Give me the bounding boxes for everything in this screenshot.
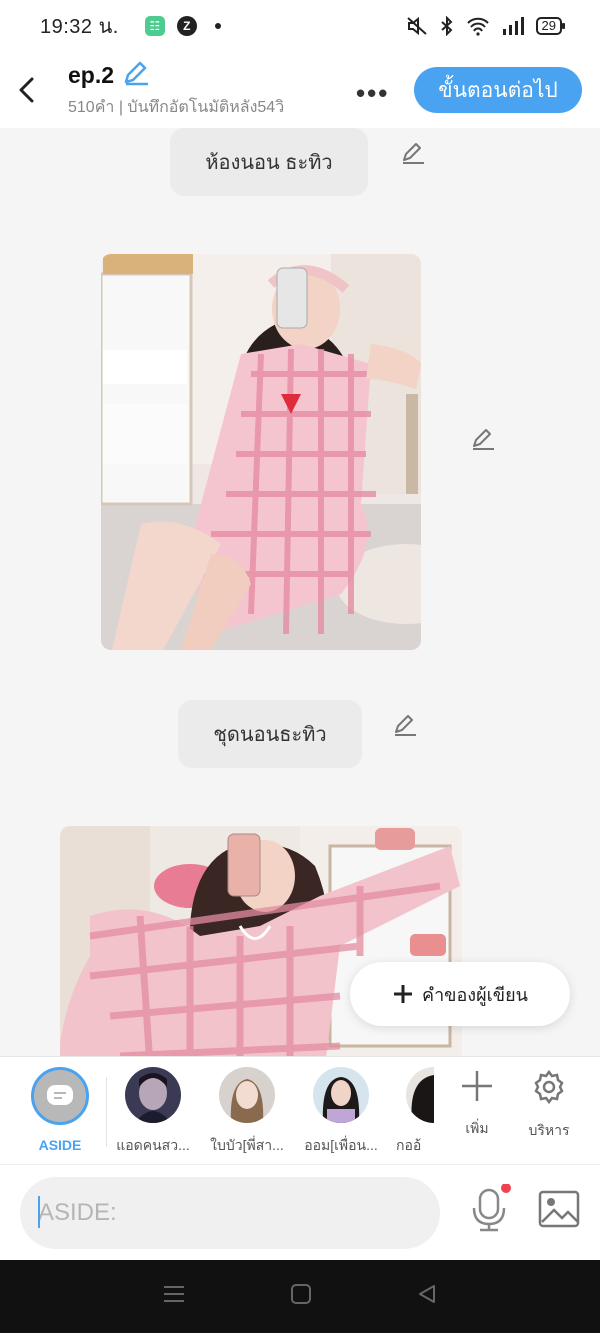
edit-image-button[interactable] [470, 426, 496, 452]
insert-image-button[interactable] [538, 1190, 580, 1233]
system-navigation-bar [0, 1260, 600, 1333]
manage-characters-button[interactable]: บริหาร [514, 1069, 584, 1142]
microphone-icon [472, 1183, 511, 1232]
pencil-icon [403, 143, 424, 164]
add-character-button[interactable]: เพิ่ม [442, 1069, 512, 1140]
home-square-icon [291, 1284, 311, 1304]
triangle-back-icon [419, 1285, 435, 1303]
editor-header: ep.2 510คำ | บันทึกอัตโนมัติหลัง54วิ •••… [0, 52, 600, 128]
story-image-pink-dress[interactable] [101, 254, 421, 650]
character-item[interactable]: ใบบัว[พี่สา... [208, 1067, 286, 1157]
character-label: ออม[เพื่อน... [304, 1137, 378, 1153]
character-item[interactable]: ออม[เพื่อน... [302, 1067, 380, 1157]
word-count-autosave: 510คำ | บันทึกอัตโนมัติหลัง54วิ [68, 99, 285, 116]
edit-bubble-button[interactable] [392, 712, 418, 738]
edit-bubble-button[interactable] [400, 140, 426, 166]
bluetooth-icon [440, 16, 452, 36]
edit-title-button[interactable] [122, 60, 150, 91]
divider [106, 1077, 107, 1147]
character-selector: ASIDE แอดคนสว... ใบบัว[พี่สา... ออม[เพื่… [0, 1056, 600, 1164]
message-input[interactable] [20, 1177, 440, 1249]
status-time: 19:32 น. [40, 16, 119, 38]
pencil-icon [395, 715, 416, 736]
z-app-icon: Z [176, 16, 197, 36]
manage-label: บริหาร [528, 1122, 570, 1138]
pencil-icon [473, 429, 494, 450]
character-label: ASIDE [38, 1137, 82, 1153]
avatar [406, 1067, 434, 1123]
character-item[interactable]: กออ้ [396, 1067, 434, 1157]
chevron-left-icon [19, 77, 34, 103]
text-bubble[interactable]: ห้องนอน ธะทิว [170, 128, 368, 196]
image-icon [538, 1190, 580, 1228]
battery-indicator: 29 [535, 17, 566, 35]
author-note-label: คำของผู้เขียน [422, 984, 528, 1005]
avatar [125, 1067, 181, 1123]
plus-icon [394, 985, 413, 1003]
character-aside[interactable]: ASIDE [21, 1067, 99, 1153]
status-right: 29 [406, 16, 566, 36]
chat-bubble-icon [47, 1085, 73, 1105]
avatar [313, 1067, 369, 1123]
status-bar: 19:32 น. ☷ Z 29 [0, 0, 600, 52]
plus-icon [462, 1071, 492, 1101]
character-label: กออ้ [396, 1137, 422, 1153]
more-options-button[interactable]: ••• [356, 78, 389, 109]
character-label: ใบบัว[พี่สา... [210, 1137, 284, 1153]
voice-input-button[interactable] [468, 1183, 514, 1239]
mute-icon [406, 16, 427, 36]
recent-apps-button[interactable] [162, 1283, 186, 1310]
pencil-icon [124, 61, 149, 86]
character-item[interactable]: แอดคนสว... [114, 1067, 192, 1157]
back-nav-button[interactable] [416, 1283, 438, 1310]
home-button[interactable] [290, 1283, 312, 1310]
text-caret [38, 1196, 40, 1228]
text-bubble[interactable]: ชุดนอนธะทิว [178, 700, 362, 768]
episode-title: ep.2 [68, 62, 115, 88]
notes-app-icon: ☷ [144, 16, 165, 36]
episode-title-block: ep.2 510คำ | บันทึกอัตโนมัติหลัง54วิ [68, 60, 284, 120]
character-label: แอดคนสว... [116, 1137, 190, 1153]
author-note-button[interactable]: คำของผู้เขียน [350, 962, 570, 1026]
menu-icon [164, 1286, 184, 1302]
signal-icon [502, 17, 524, 35]
avatar [219, 1067, 275, 1123]
back-button[interactable] [0, 52, 54, 128]
status-app-icons: ☷ Z [144, 16, 221, 36]
notification-dot-icon [214, 23, 221, 29]
aside-avatar [31, 1067, 89, 1125]
wifi-icon [466, 17, 489, 36]
story-content[interactable]: ห้องนอน ธะทิว ชุดนอนธะทิว คำของผู้เขียน [0, 128, 600, 1056]
next-step-button[interactable]: ขั้นตอนต่อไป [414, 67, 582, 113]
add-label: เพิ่ม [465, 1120, 489, 1136]
gear-icon [534, 1069, 564, 1105]
